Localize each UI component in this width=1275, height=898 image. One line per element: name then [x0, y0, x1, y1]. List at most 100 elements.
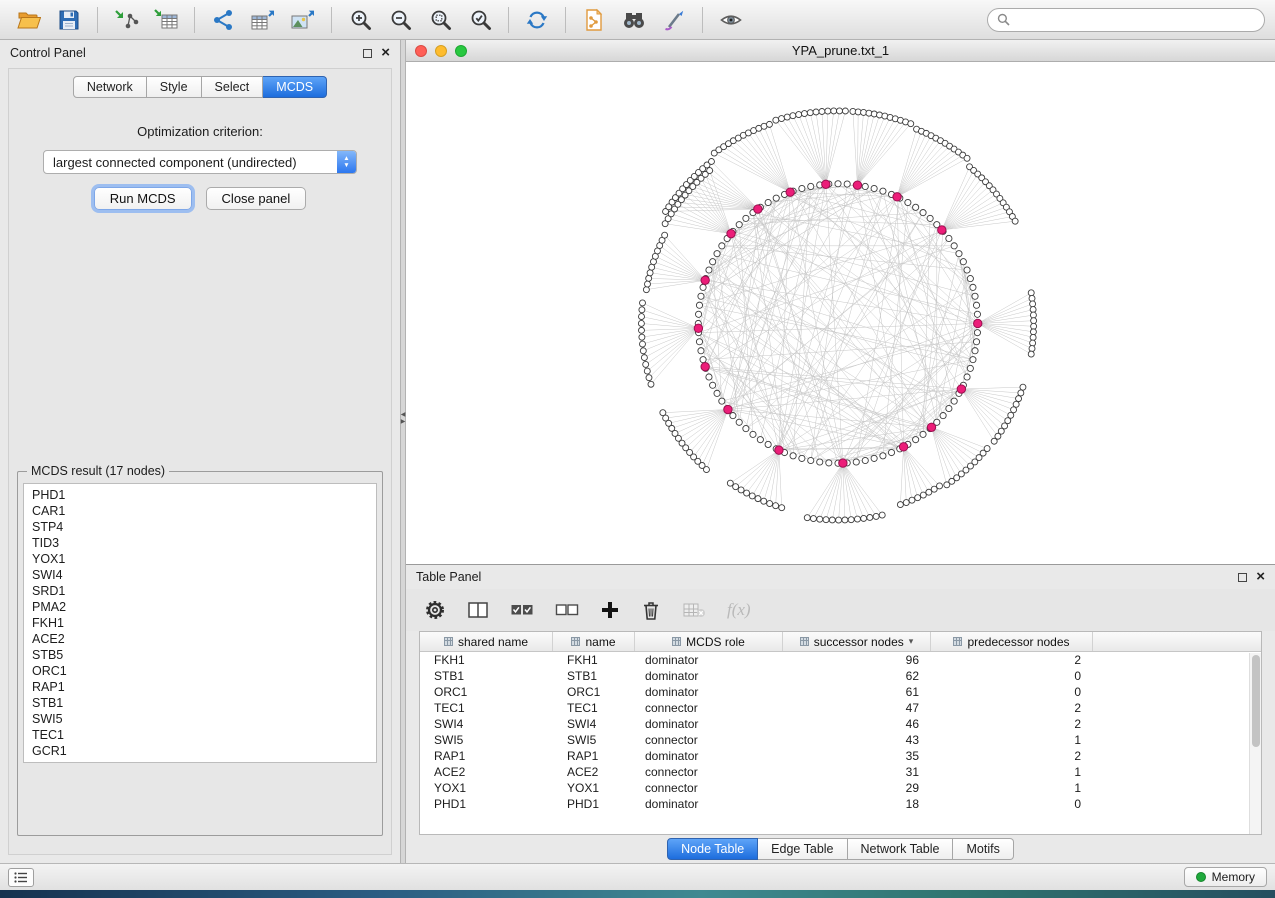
toolbar-separator	[565, 7, 566, 33]
tab-style[interactable]: Style	[147, 76, 202, 98]
table-cell: 0	[931, 685, 1093, 699]
tab-mcds[interactable]: MCDS	[263, 76, 327, 98]
zoom-selected-button[interactable]	[461, 4, 499, 36]
mcds-buttons-row: Run MCDS Close panel	[9, 187, 391, 210]
network-graph[interactable]	[406, 62, 1275, 564]
mcds-result-item[interactable]: RAP1	[24, 679, 376, 695]
column-grid-icon	[571, 637, 580, 646]
select-all-columns-icon[interactable]	[510, 601, 534, 619]
mcds-result-item[interactable]: GCR1	[24, 743, 376, 759]
mcds-result-item[interactable]: STP4	[24, 519, 376, 535]
search-network-button[interactable]	[615, 4, 653, 36]
float-table-panel-icon[interactable]	[1238, 573, 1247, 582]
clone-network-button[interactable]	[575, 4, 613, 36]
table-cell: 46	[783, 717, 931, 731]
zoom-fit-button[interactable]	[421, 4, 459, 36]
mcds-result-item[interactable]: SWI5	[24, 711, 376, 727]
table-row[interactable]: TEC1TEC1connector472	[420, 700, 1261, 716]
splitter-collapse-icon[interactable]: ◀▶	[401, 412, 406, 426]
column-header-shared-name[interactable]: shared name	[420, 632, 553, 651]
zoom-in-button[interactable]	[341, 4, 379, 36]
control-panel-body: NetworkStyleSelectMCDS Optimization crit…	[8, 68, 392, 855]
mcds-result-list[interactable]: PHD1CAR1STP4TID3YOX1SWI4SRD1PMA2FKH1ACE2…	[23, 483, 377, 763]
main-toolbar	[0, 0, 1275, 40]
scrollbar-thumb[interactable]	[1252, 655, 1260, 747]
mcds-result-item[interactable]: ACE2	[24, 631, 376, 647]
mcds-result-item[interactable]: PMA2	[24, 599, 376, 615]
search-box[interactable]	[987, 8, 1265, 32]
mcds-result-item[interactable]: TID3	[24, 535, 376, 551]
optimization-dropdown[interactable]: largest connected component (undirected)…	[43, 150, 357, 174]
import-network-icon	[113, 8, 139, 32]
delete-column-trash-icon[interactable]	[641, 600, 661, 621]
table-row[interactable]: ORC1ORC1dominator610	[420, 684, 1261, 700]
column-header-predecessor-nodes[interactable]: predecessor nodes	[931, 632, 1093, 651]
table-row[interactable]: PHD1PHD1dominator180	[420, 796, 1261, 812]
mcds-result-item[interactable]: TEC1	[24, 727, 376, 743]
document-share-icon	[582, 8, 606, 32]
column-header-MCDS-role[interactable]: MCDS role	[635, 632, 783, 651]
deselect-all-columns-icon[interactable]	[555, 601, 579, 619]
mcds-result-item[interactable]: CAR1	[24, 503, 376, 519]
maximize-window-icon[interactable]	[455, 45, 467, 57]
export-network-button[interactable]	[204, 4, 242, 36]
close-table-panel-icon[interactable]: ×	[1256, 572, 1265, 582]
table-tab-node-table[interactable]: Node Table	[667, 838, 758, 860]
add-column-plus-icon[interactable]	[600, 600, 620, 620]
mcds-result-item[interactable]: FKH1	[24, 615, 376, 631]
export-table-button[interactable]	[244, 4, 282, 36]
mcds-result-item[interactable]: SWI4	[24, 567, 376, 583]
mcds-result-item[interactable]: PHD1	[24, 487, 376, 503]
network-window-titlebar[interactable]: YPA_prune.txt_1	[406, 40, 1275, 62]
import-table-button[interactable]	[147, 4, 185, 36]
status-bar: Memory	[0, 863, 1275, 890]
graphics-details-button[interactable]	[712, 4, 750, 36]
float-panel-icon[interactable]	[363, 49, 372, 58]
table-row[interactable]: FKH1FKH1dominator962	[420, 652, 1261, 668]
network-canvas[interactable]	[406, 62, 1275, 564]
table-cell: 96	[783, 653, 931, 667]
table-row[interactable]: SWI5SWI5connector431	[420, 732, 1261, 748]
sort-chevron-icon: ▾	[909, 636, 914, 647]
status-menu-button[interactable]	[8, 868, 34, 887]
apply-style-button[interactable]	[655, 4, 693, 36]
table-cell: 35	[783, 749, 931, 763]
column-header-name[interactable]: name	[553, 632, 635, 651]
tab-network[interactable]: Network	[73, 76, 147, 98]
close-panel-button[interactable]: Close panel	[206, 187, 307, 210]
table-tab-edge-table[interactable]: Edge Table	[758, 838, 847, 860]
close-window-icon[interactable]	[415, 45, 427, 57]
zoom-out-button[interactable]	[381, 4, 419, 36]
table-settings-gear-icon[interactable]	[424, 599, 446, 621]
table-scrollbar[interactable]	[1249, 653, 1261, 834]
table-cell: SWI4	[553, 717, 635, 731]
mcds-result-item[interactable]: YOX1	[24, 551, 376, 567]
mcds-result-item[interactable]: STB1	[24, 695, 376, 711]
table-cell: 47	[783, 701, 931, 715]
show-columns-icon[interactable]	[467, 600, 489, 620]
mcds-result-item[interactable]: ORC1	[24, 663, 376, 679]
memory-button[interactable]: Memory	[1184, 867, 1267, 887]
column-header-successor-nodes[interactable]: successor nodes▾	[783, 632, 931, 651]
table-row[interactable]: STB1STB1dominator620	[420, 668, 1261, 684]
table-row[interactable]: SWI4SWI4dominator462	[420, 716, 1261, 732]
tab-select[interactable]: Select	[202, 76, 264, 98]
run-mcds-button[interactable]: Run MCDS	[94, 187, 192, 210]
table-row[interactable]: YOX1YOX1connector291	[420, 780, 1261, 796]
right-area: YPA_prune.txt_1 Table Panel ×	[406, 40, 1275, 863]
open-session-button[interactable]	[10, 4, 48, 36]
mcds-result-item[interactable]: SRD1	[24, 583, 376, 599]
mcds-result-item[interactable]: STB5	[24, 647, 376, 663]
save-session-button[interactable]	[50, 4, 88, 36]
table-tab-motifs[interactable]: Motifs	[953, 838, 1013, 860]
minimize-window-icon[interactable]	[435, 45, 447, 57]
table-row[interactable]: RAP1RAP1dominator352	[420, 748, 1261, 764]
export-image-button[interactable]	[284, 4, 322, 36]
close-panel-icon[interactable]: ×	[381, 48, 390, 58]
table-row[interactable]: ACE2ACE2connector311	[420, 764, 1261, 780]
table-tab-network-table[interactable]: Network Table	[848, 838, 954, 860]
export-table-icon	[250, 8, 276, 32]
table-cell: connector	[635, 765, 783, 779]
apply-layout-button[interactable]	[518, 4, 556, 36]
import-network-button[interactable]	[107, 4, 145, 36]
